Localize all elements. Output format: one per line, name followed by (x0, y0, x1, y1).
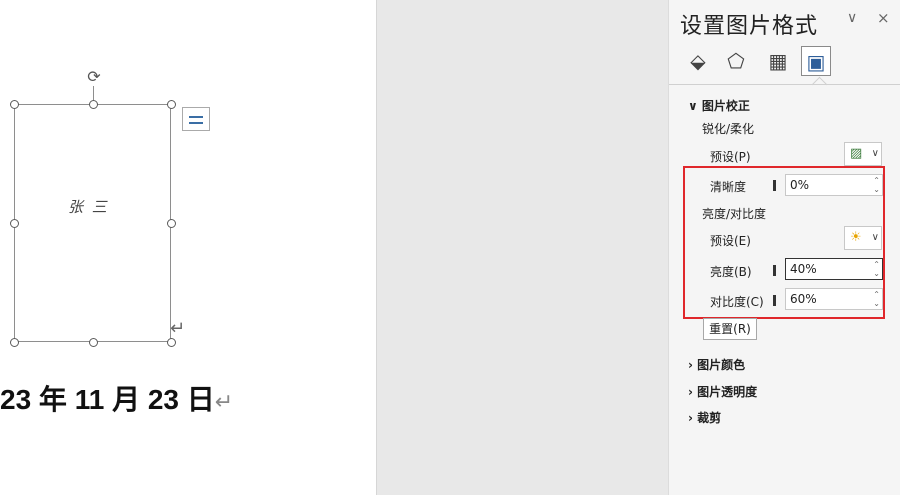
date-line: 23 年 11 月 23 日↵ (0, 378, 233, 418)
collapse-chevron-icon: › (688, 385, 698, 399)
preset-p-label: 预设(P) (710, 150, 751, 164)
fill-line-icon[interactable]: ⬙ (683, 46, 713, 76)
dropdown-arrow-icon: ∨ (871, 148, 879, 159)
paragraph-mark-icon: ↵ (170, 318, 186, 339)
signature-text: 张 三 (68, 198, 109, 216)
selected-picture[interactable] (14, 104, 171, 342)
collapse-chevron-icon: › (688, 358, 698, 372)
collapse-chevron-icon: › (688, 411, 698, 425)
pane-title: 设置图片格式 (680, 14, 819, 39)
date-text: 23 年 11 月 23 日 (0, 384, 215, 415)
picture-color-section[interactable]: › 图片颜色 (688, 356, 745, 373)
picture-icon[interactable]: ▣ (801, 46, 831, 76)
sharpen-soften-label: 锐化/柔化 (702, 122, 755, 136)
effects-icon[interactable]: ⬠ (721, 46, 751, 76)
reset-button[interactable]: 重置(R) (703, 318, 757, 340)
document-page: ⟳ 张 三 ↵ 23 年 11 月 23 日↵ (0, 0, 377, 495)
resize-handle-right[interactable] (167, 219, 176, 228)
highlight-box (683, 166, 885, 319)
document-background (377, 0, 668, 495)
resize-handle-bottom-left[interactable] (10, 338, 19, 347)
crop-section[interactable]: › 裁剪 (688, 409, 721, 426)
sharpen-preset-icon: ▨ (850, 146, 863, 161)
resize-handle-top-right[interactable] (167, 100, 176, 109)
sharpen-preset-dropdown[interactable]: ▨ ∨ (844, 142, 882, 166)
picture-correction-header[interactable]: ∨ 图片校正 (688, 97, 750, 114)
size-properties-icon[interactable]: ▦ (763, 46, 793, 76)
paragraph-mark-icon: ↵ (214, 389, 234, 414)
picture-transparency-section[interactable]: › 图片透明度 (688, 383, 757, 400)
resize-handle-top-left[interactable] (10, 100, 19, 109)
resize-handle-left[interactable] (10, 219, 19, 228)
pane-options-chevron-icon[interactable]: ∨ (847, 10, 857, 26)
resize-handle-top[interactable] (89, 100, 98, 109)
resize-handle-bottom-right[interactable] (167, 338, 176, 347)
resize-handle-bottom[interactable] (89, 338, 98, 347)
pane-close-icon[interactable]: × (877, 9, 890, 27)
rotate-handle-icon[interactable]: ⟳ (85, 68, 103, 86)
layout-options-icon[interactable] (182, 107, 210, 131)
expand-chevron-icon: ∨ (688, 99, 702, 113)
tab-separator (669, 84, 900, 85)
